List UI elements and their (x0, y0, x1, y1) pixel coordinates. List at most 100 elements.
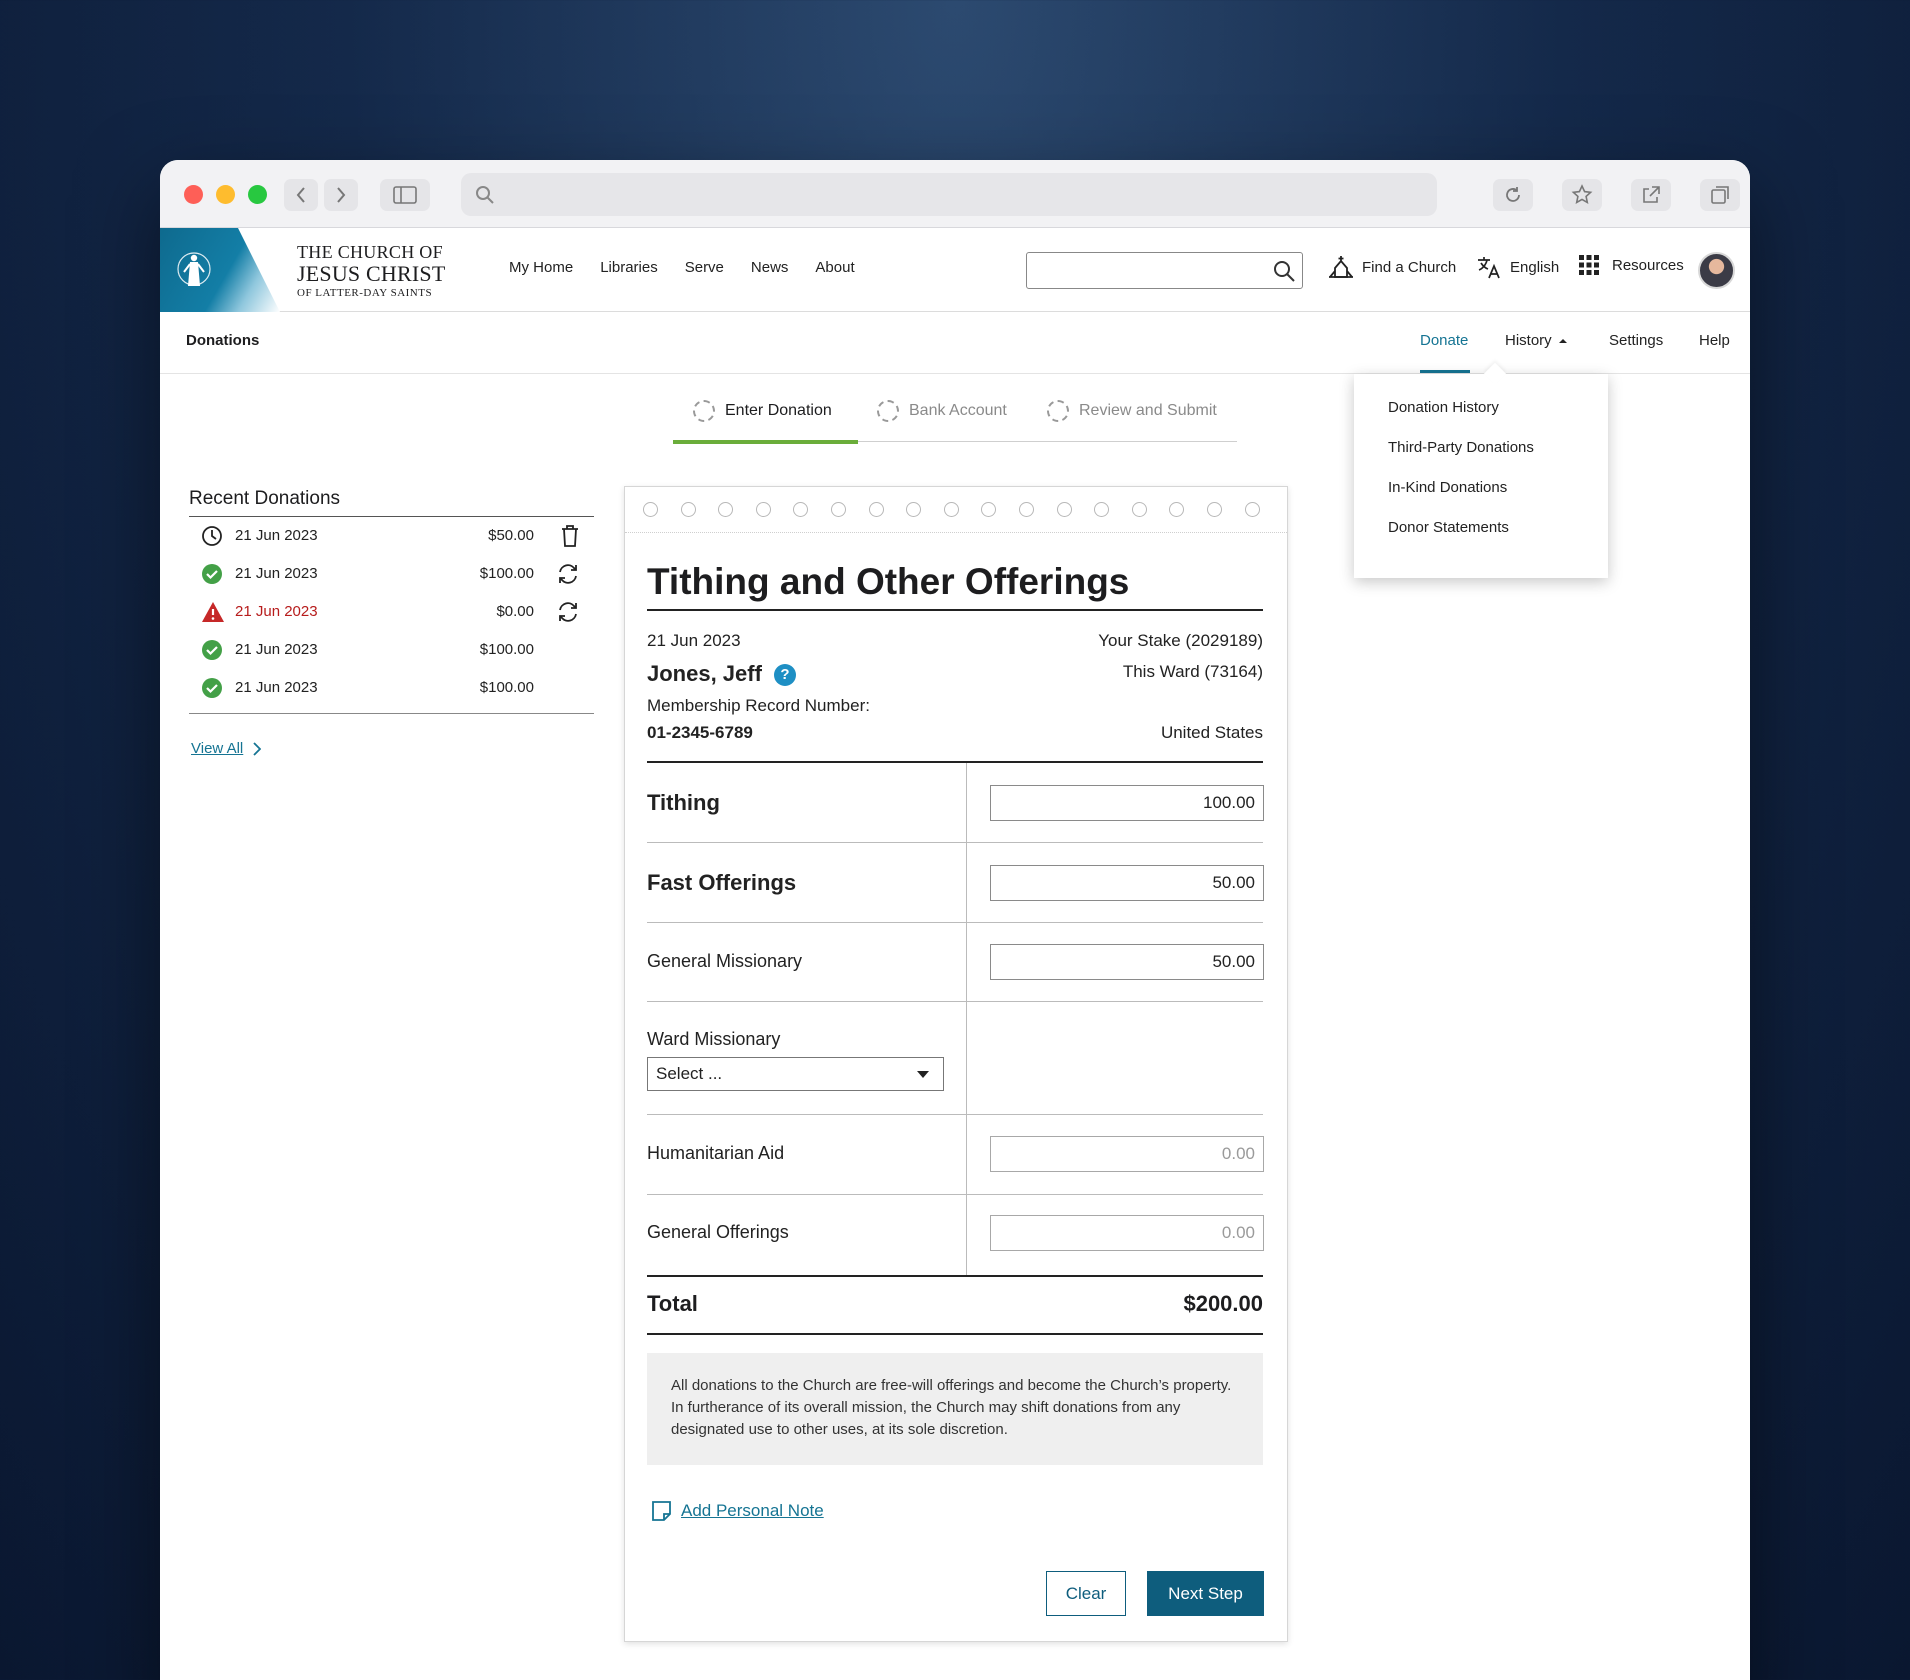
repeat-icon[interactable] (556, 562, 580, 586)
divider (647, 1001, 1263, 1002)
menu-in-kind-donations[interactable]: In-Kind Donations (1388, 479, 1507, 496)
subnav-history-label: History (1505, 332, 1552, 349)
user-avatar[interactable] (1698, 252, 1735, 289)
donation-date: 21 Jun 2023 (235, 565, 318, 582)
donation-date: 21 Jun 2023 (235, 679, 318, 696)
menu-donation-history[interactable]: Donation History (1388, 399, 1499, 416)
ward-missionary-select[interactable]: Select ... (647, 1057, 944, 1091)
sidebar-icon (393, 186, 417, 204)
repeat-icon[interactable] (556, 600, 580, 624)
form-title: Tithing and Other Offerings (647, 561, 1130, 602)
step-label: Review and Submit (1079, 402, 1217, 419)
address-bar[interactable] (461, 173, 1437, 216)
back-button[interactable] (284, 179, 318, 211)
language-selector[interactable]: English (1476, 254, 1559, 280)
step-status-icon (693, 400, 715, 422)
paper-holes (643, 502, 1260, 517)
trash-icon[interactable] (560, 524, 580, 548)
chevron-left-icon (296, 187, 305, 203)
find-church-link[interactable]: Find a Church (1328, 254, 1456, 280)
step-bank-account[interactable]: Bank Account (877, 400, 1007, 422)
subnav-history[interactable]: History (1505, 332, 1568, 349)
donation-date: 21 Jun 2023 (235, 603, 318, 620)
donor-name: Jones, Jeff (647, 661, 762, 686)
search-icon[interactable] (1272, 259, 1296, 283)
humanitarian-aid-label: Humanitarian Aid (647, 1143, 785, 1163)
menu-third-party-donations[interactable]: Third-Party Donations (1388, 439, 1534, 456)
dropdown-arrow-icon (917, 1071, 929, 1078)
maximize-window-button[interactable] (248, 185, 267, 204)
resources-menu[interactable]: Resources (1578, 254, 1684, 276)
divider (647, 609, 1263, 611)
donation-amount: $100.00 (479, 641, 534, 658)
church-building-icon (1329, 256, 1353, 278)
divider (189, 713, 594, 714)
bookmark-button[interactable] (1562, 179, 1602, 211)
divider (647, 922, 1263, 923)
check-circle-icon (202, 678, 222, 698)
browser-window: THE CHURCH OF JESUS CHRIST OF LATTER-DAY… (160, 160, 1750, 1680)
view-all-link[interactable]: View All (191, 740, 262, 757)
donation-amount: $50.00 (488, 527, 534, 544)
donation-notice: All donations to the Church are free-wil… (647, 1353, 1263, 1465)
general-offerings-label: General Offerings (647, 1222, 789, 1242)
grid-apps-icon (1579, 255, 1599, 275)
warning-icon (202, 602, 224, 622)
recent-donation-row: 21 Jun 2023 $100.00 (189, 669, 594, 707)
humanitarian-aid-input[interactable]: 0.00 (990, 1136, 1264, 1172)
column-divider (966, 763, 967, 1275)
nav-my-home[interactable]: My Home (509, 259, 573, 276)
church-logo-text[interactable]: THE CHURCH OF JESUS CHRIST OF LATTER-DAY… (297, 243, 446, 299)
share-button[interactable] (1631, 179, 1671, 211)
recent-donation-row: 21 Jun 2023 $0.00 (189, 593, 594, 631)
chevron-right-icon (337, 187, 346, 203)
sidebar-toggle-button[interactable] (380, 179, 430, 211)
step-enter-donation[interactable]: Enter Donation (693, 400, 832, 422)
tithing-input[interactable]: 100.00 (990, 785, 1264, 821)
divider (647, 1275, 1263, 1277)
donation-amount: $0.00 (496, 603, 534, 620)
subnav-help[interactable]: Help (1699, 332, 1730, 349)
divider (647, 761, 1263, 763)
site-header: THE CHURCH OF JESUS CHRIST OF LATTER-DAY… (160, 228, 1750, 312)
step-review-submit[interactable]: Review and Submit (1047, 400, 1217, 422)
tabs-button[interactable] (1700, 179, 1740, 211)
general-missionary-input[interactable]: 50.00 (990, 944, 1264, 980)
help-icon[interactable]: ? (773, 663, 796, 686)
next-step-button[interactable]: Next Step (1147, 1571, 1264, 1616)
donation-stepper: Enter Donation Bank Account Review and S… (673, 400, 1237, 444)
recent-donations-panel: Recent Donations 21 Jun 2023 $50.00 21 J… (189, 488, 594, 757)
add-personal-note-link[interactable]: Add Personal Note (651, 1500, 824, 1522)
fast-offerings-input[interactable]: 50.00 (990, 865, 1264, 901)
nav-about[interactable]: About (815, 259, 854, 276)
subnav-donate[interactable]: Donate (1420, 332, 1468, 349)
check-circle-icon (202, 564, 222, 584)
donation-date: 21 Jun 2023 (647, 631, 741, 650)
donation-amount: $100.00 (479, 679, 534, 696)
minimize-window-button[interactable] (216, 185, 235, 204)
section-title: Donations (186, 332, 260, 349)
site-search-input[interactable] (1026, 252, 1303, 289)
divider (647, 1114, 1263, 1115)
nav-serve[interactable]: Serve (685, 259, 724, 276)
add-note-label: Add Personal Note (681, 1501, 824, 1520)
step-status-icon (1047, 400, 1069, 422)
nav-news[interactable]: News (751, 259, 789, 276)
history-dropdown-menu: Donation History Third-Party Donations I… (1354, 374, 1608, 578)
close-window-button[interactable] (184, 185, 203, 204)
clear-button[interactable]: Clear (1046, 1571, 1126, 1616)
nav-libraries[interactable]: Libraries (600, 259, 658, 276)
check-circle-icon (202, 640, 222, 660)
reload-button[interactable] (1493, 179, 1533, 211)
subnav-settings[interactable]: Settings (1609, 332, 1663, 349)
ward-missionary-label: Ward Missionary (647, 1029, 781, 1049)
menu-donor-statements[interactable]: Donor Statements (1388, 519, 1509, 536)
clock-icon (202, 526, 222, 546)
note-icon (652, 1501, 671, 1521)
divider (647, 842, 1263, 843)
forward-button[interactable] (324, 179, 358, 211)
general-offerings-input[interactable]: 0.00 (990, 1215, 1264, 1251)
recent-donations-title: Recent Donations (189, 488, 594, 517)
divider (647, 1333, 1263, 1335)
resources-label: Resources (1612, 256, 1684, 274)
